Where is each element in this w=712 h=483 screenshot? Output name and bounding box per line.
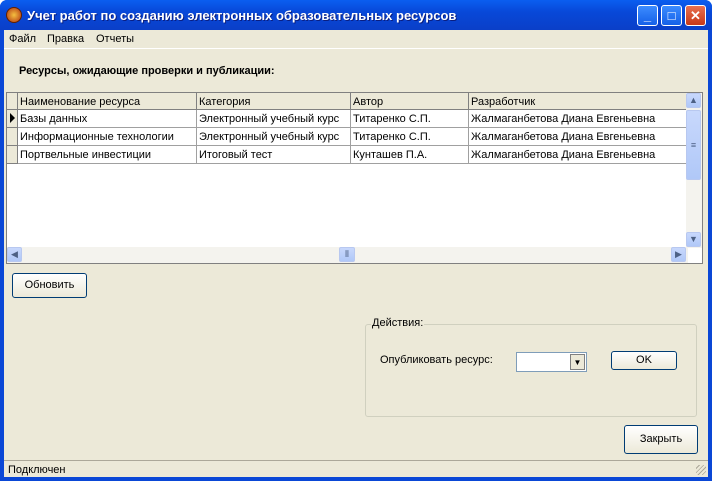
vertical-scrollbar[interactable]: ▲ ≡ ▼ — [686, 93, 702, 248]
column-header-category[interactable]: Категория — [197, 93, 351, 110]
status-bar: Подключен — [4, 460, 708, 477]
menu-edit[interactable]: Правка — [47, 33, 84, 45]
refresh-button[interactable]: Обновить — [12, 273, 87, 298]
menu-reports[interactable]: Отчеты — [96, 33, 134, 45]
table-cell[interactable]: Итоговый тест — [197, 146, 351, 164]
column-header-author[interactable]: Автор — [351, 93, 469, 110]
horizontal-scrollbar[interactable]: ◀ ⦀ ▶ — [7, 247, 688, 263]
row-selector-current[interactable] — [7, 110, 18, 128]
maximize-button[interactable]: □ — [661, 5, 682, 26]
table-cell[interactable]: Жалмаганбетова Диана Евгеньевна — [469, 128, 688, 146]
close-button[interactable]: Закрыть — [624, 425, 698, 454]
scroll-down-icon[interactable]: ▼ — [686, 232, 701, 247]
table-cell[interactable]: Электронный учебный курс — [197, 110, 351, 128]
publish-resource-combobox[interactable]: ▼ — [516, 352, 587, 372]
title-bar[interactable]: Учет работ по созданию электронных образ… — [0, 0, 712, 30]
row-selector[interactable] — [7, 146, 18, 164]
table-cell[interactable]: Информационные технологии — [18, 128, 197, 146]
menu-bar: Файл Правка Отчеты — [4, 30, 708, 49]
table-cell[interactable]: Жалмаганбетова Диана Евгеньевна — [469, 110, 688, 128]
minimize-button[interactable]: _ — [637, 5, 658, 26]
table-cell[interactable]: Портвельные инвестиции — [18, 146, 197, 164]
table-cell[interactable]: Кунташев П.А. — [351, 146, 469, 164]
close-window-button[interactable]: ✕ — [685, 5, 706, 26]
table-cell[interactable]: Электронный учебный курс — [197, 128, 351, 146]
vertical-scroll-thumb[interactable]: ≡ — [686, 110, 701, 180]
chevron-down-icon[interactable]: ▼ — [570, 354, 585, 370]
app-icon — [6, 7, 22, 23]
column-header-developer[interactable]: Разработчик — [469, 93, 688, 110]
menu-file[interactable]: Файл — [9, 33, 36, 45]
window-title: Учет работ по созданию электронных образ… — [27, 8, 457, 23]
actions-group-label: Действия: — [371, 317, 425, 329]
table-cell[interactable]: Титаренко С.П. — [351, 128, 469, 146]
resize-grip-icon[interactable] — [696, 465, 706, 475]
horizontal-scroll-thumb[interactable]: ⦀ — [339, 247, 355, 262]
scroll-left-icon[interactable]: ◀ — [7, 247, 22, 262]
row-selector[interactable] — [7, 128, 18, 146]
column-header-name[interactable]: Наименование ресурса — [18, 93, 197, 110]
status-text: Подключен — [8, 464, 66, 476]
resources-grid[interactable]: Наименование ресурса Категория Автор Раз… — [6, 92, 703, 264]
current-row-arrow-icon — [10, 113, 15, 123]
publish-resource-label: Опубликовать ресурс: — [380, 354, 493, 366]
scroll-up-icon[interactable]: ▲ — [686, 93, 701, 108]
section-heading: Ресурсы, ожидающие проверки и публикации… — [19, 65, 275, 77]
scroll-right-icon[interactable]: ▶ — [671, 247, 686, 262]
table-cell[interactable]: Жалмаганбетова Диана Евгеньевна — [469, 146, 688, 164]
client-area: Файл Правка Отчеты Ресурсы, ожидающие пр… — [4, 30, 708, 477]
ok-button[interactable]: OK — [611, 351, 677, 370]
table-cell[interactable]: Базы данных — [18, 110, 197, 128]
app-window: Учет работ по созданию электронных образ… — [0, 0, 712, 481]
row-header-corner — [7, 93, 18, 110]
table-cell[interactable]: Титаренко С.П. — [351, 110, 469, 128]
